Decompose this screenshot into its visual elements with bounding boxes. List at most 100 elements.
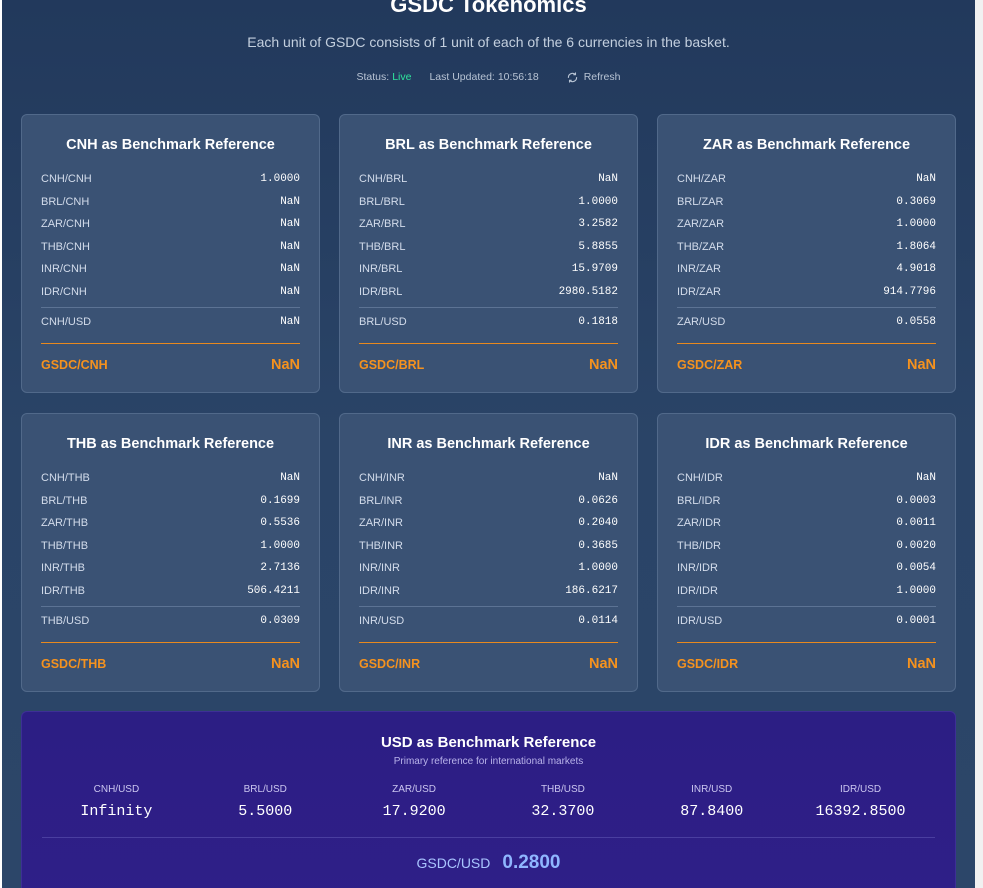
pair-label: THB/USD [540,784,585,795]
rate-row: IDR/IDR 1.0000 [677,580,936,603]
rate-value: 1.0000 [578,562,618,575]
rate-value: NaN [280,316,300,328]
rate-value: 1.0000 [260,539,300,552]
rate-row: CNH/IDR NaN [677,467,936,490]
status-badge: Live [392,71,412,83]
gsdc-usd-label: GSDC/USD [416,855,491,871]
rate-value: 0.2040 [578,517,618,530]
pair-label: IDR/ZAR [677,285,721,298]
pair-label: ZAR/ZAR [677,218,725,231]
pair-label: ZAR/CNH [41,218,90,231]
card-title: THB as Benchmark Reference [66,436,275,452]
divider [41,307,300,308]
pair-label: CNH/BRL [359,173,408,186]
pair-label: CNH/USD [93,784,140,795]
rate-value: NaN [280,285,300,298]
rate-value: 1.8064 [896,240,936,253]
rate-value: 0.0011 [896,517,936,530]
card-title: BRL as Benchmark Reference [385,137,592,153]
pair-label: BRL/INR [359,494,403,507]
rate-value: 15.9709 [571,263,618,276]
refresh-button[interactable]: Refresh [567,71,621,83]
divider [677,307,936,308]
rate-row: BRL/THB 0.1699 [41,490,300,513]
last-updated-time: 10:56:18 [497,71,539,83]
pair-label: THB/CNH [41,240,90,253]
rate-value: Infinity [80,803,153,820]
pair-label: CNH/IDR [677,472,723,485]
rate-value: 0.0558 [896,316,936,328]
usd-rate-column: CNH/USD Infinity [42,784,191,820]
usd-rate-row: CNH/USD NaN [41,310,300,334]
rate-row: CNH/BRL NaN [359,168,618,191]
pair-label: THB/THB [41,539,89,552]
rate-value: 0.1818 [578,316,618,328]
pair-label: ZAR/THB [41,517,89,530]
divider [41,606,300,607]
rate-value: 0.0020 [896,539,936,552]
pair-label: ZAR/BRL [359,218,406,231]
rate-value: 17.9200 [382,803,446,820]
rate-row: INR/BRL 15.9709 [359,258,618,281]
rate-row: BRL/CNH NaN [41,191,300,214]
pair-label: CNH/USD [41,316,92,328]
rate-row: THB/INR 0.3685 [359,535,618,558]
rate-value: 0.0001 [896,615,936,627]
gsdc-usd-value: 0.2800 [502,852,561,873]
gsdc-label: GSDC/IDR [677,657,739,671]
pair-label: ZAR/USD [677,316,726,328]
gsdc-label: GSDC/BRL [359,358,425,372]
pair-label: INR/INR [359,562,400,575]
pair-label: BRL/CNH [41,195,90,208]
gsdc-label: GSDC/CNH [41,358,108,372]
rate-row: BRL/ZAR 0.3069 [677,191,936,214]
page-scrollbar[interactable] [975,0,983,888]
rate-value: 0.3069 [896,195,936,208]
rate-value: 0.0054 [896,562,936,575]
gsdc-value: NaN [588,357,618,373]
pair-label: CNH/CNH [41,173,92,186]
gsdc-row: GSDC/CNH NaN [41,344,300,386]
card-idr: IDR as Benchmark Reference CNH/IDR NaN BR… [657,413,956,692]
rate-row: CNH/THB NaN [41,467,300,490]
rate-value: 5.5000 [238,803,293,820]
divider [42,837,935,838]
page-title: GSDC Tokenomics [390,0,587,17]
pair-label: CNH/THB [41,472,90,485]
refresh-label: Refresh [583,71,621,83]
usd-rate-column: BRL/USD 5.5000 [191,784,340,820]
usd-rate-row: INR/USD 0.0114 [359,609,618,633]
rate-value: 2980.5182 [558,285,618,298]
usd-rate-row: ZAR/USD 0.0558 [677,310,936,334]
divider [677,606,936,607]
rate-row: IDR/INR 186.6217 [359,580,618,603]
pair-label: BRL/IDR [677,494,721,507]
rate-row: THB/IDR 0.0020 [677,535,936,558]
pair-label: INR/BRL [359,263,403,276]
pair-label: ZAR/IDR [677,517,721,530]
rate-row: ZAR/INR 0.2040 [359,512,618,535]
rate-value: NaN [280,263,300,276]
rate-row: BRL/BRL 1.0000 [359,191,618,214]
rate-row: BRL/INR 0.0626 [359,490,618,513]
rate-value: 186.6217 [565,584,618,597]
rate-value: 1.0000 [896,584,936,597]
rate-row: IDR/CNH NaN [41,281,300,304]
rate-row: THB/THB 1.0000 [41,535,300,558]
pair-label: INR/THB [41,562,85,575]
rate-value: 3.2582 [578,218,618,231]
gsdc-value: NaN [270,656,300,672]
rate-row: INR/ZAR 4.9018 [677,258,936,281]
rate-value: NaN [280,218,300,231]
rate-value: NaN [598,472,618,485]
status-bar: Status: Live Last Updated: 10:56:18 Refr… [2,71,975,83]
card-usd: USD as Benchmark Reference Primary refer… [21,711,956,888]
rate-value: NaN [598,173,618,186]
pair-label: BRL/THB [41,494,88,507]
card-title: IDR as Benchmark Reference [705,436,908,452]
usd-rates: CNH/USD Infinity BRL/USD 5.5000 ZAR/USD 17.… [42,784,935,820]
pair-label: ZAR/USD [392,784,437,795]
usd-rate-row: IDR/USD 0.0001 [677,609,936,633]
pair-label: BRL/USD [243,784,287,795]
rate-value: 16392.8500 [815,803,906,820]
